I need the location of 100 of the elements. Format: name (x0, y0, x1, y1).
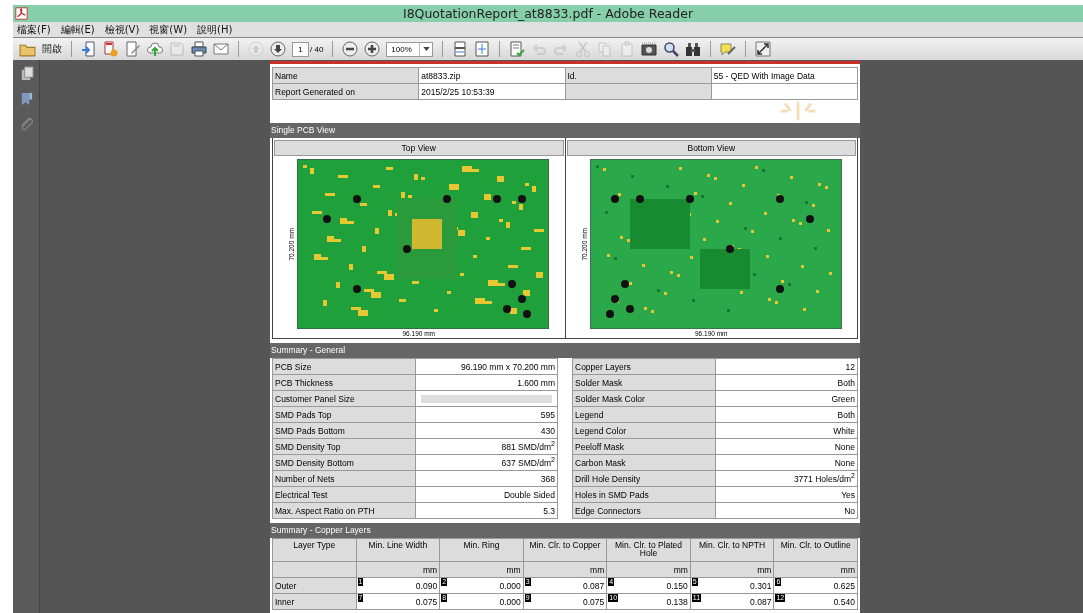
field-value: 881 SMD/dm$^{2}$ (501, 442, 555, 453)
envelope-icon[interactable] (213, 41, 229, 57)
unit-label: mm (840, 564, 855, 575)
field-value: 5.3 (543, 505, 555, 516)
sun-logo-icon (778, 100, 818, 122)
field-value: None (834, 457, 855, 468)
fit-page-icon[interactable] (474, 41, 491, 57)
column-header: Min. Clr. to Outline (780, 540, 851, 550)
table-cell: 0.138 (666, 596, 688, 607)
section-header: Summary - General (270, 343, 860, 358)
field-value: 3771 Holes/dm$^{2}$ (793, 474, 855, 485)
field-label: Name (275, 70, 298, 81)
unit-label: mm (673, 564, 688, 575)
section-header: Summary - Copper Layers (270, 523, 860, 538)
field-value: 2015/2/25 10:53:39 (421, 86, 495, 97)
field-value: 368 (540, 473, 555, 484)
column-header: Top View (274, 140, 564, 156)
table-cell: 0.625 (833, 580, 855, 591)
table-cell: 0.075 (582, 596, 605, 607)
column-header: Min. Clr. to Copper (529, 540, 601, 550)
table-cell: 0.087 (750, 596, 772, 607)
field-label: SMD Pads Top (275, 409, 332, 420)
zoom-dropdown[interactable]: 100% (386, 41, 434, 57)
field-value: No (844, 505, 855, 516)
field-value: 595 (540, 409, 555, 420)
field-label: Edge Connectors (575, 505, 641, 516)
document-pencil-icon[interactable] (125, 41, 141, 57)
field-value: Double Sided (503, 489, 555, 500)
table-cell: 0.090 (415, 580, 438, 591)
unit-label: mm (757, 564, 772, 575)
comment-pencil-icon[interactable] (720, 41, 737, 57)
pdf-logo-icon (15, 7, 28, 20)
field-label: Max. Aspect Ratio on PTH (275, 505, 375, 516)
field-label: SMD Pads Bottom (275, 425, 345, 436)
field-label: PCB Size (275, 361, 312, 372)
field-label: Customer Panel Size (275, 393, 355, 404)
caret-icon (422, 47, 430, 51)
column-header: Bottom View (566, 140, 856, 156)
table-cell: 0.075 (415, 596, 438, 607)
field-value: Yes (841, 489, 855, 500)
printer-icon[interactable] (191, 41, 207, 57)
cloud-upload-icon[interactable] (147, 41, 163, 57)
field-value: White (833, 425, 855, 436)
fit-width-icon[interactable] (452, 41, 469, 57)
unit-label: mm (506, 564, 521, 575)
menu-item[interactable]: 編輯(E) (60, 22, 95, 37)
menu-item[interactable]: 說明(H) (197, 22, 233, 37)
page-count: / 40 (310, 44, 324, 54)
field-label: Solder Mask (575, 377, 623, 388)
table-cell: 0.000 (499, 580, 521, 591)
unit-label: mm (590, 564, 605, 575)
window-title: I8QuotationReport_at8833.pdf - Adobe Reader (402, 6, 694, 21)
open-button[interactable]: 開啟 (19, 40, 62, 58)
plus-circle-icon[interactable] (364, 41, 381, 57)
minus-circle-icon[interactable] (342, 41, 359, 57)
column-header: Min. Clr. to Plated Hole (615, 540, 683, 558)
layer-type: Inner (275, 596, 295, 607)
field-label: Holes in SMD Pads (575, 489, 649, 500)
field-value: 12 (845, 361, 855, 372)
document-check-icon[interactable] (509, 41, 526, 57)
field-value: 96.190 mm x 70.200 mm (461, 361, 555, 372)
search-icon[interactable] (663, 41, 680, 57)
field-value: Both (837, 409, 855, 420)
menu-item[interactable]: 檢視(V) (104, 22, 140, 37)
expand-icon[interactable] (755, 41, 772, 57)
field-label: SMD Density Top (275, 441, 341, 452)
document-arrow-icon[interactable] (81, 41, 97, 57)
field-label: Legend (575, 409, 604, 420)
table-cell: 0.540 (833, 596, 855, 607)
section-header: Single PCB View (270, 123, 860, 138)
column-header: Layer Type (293, 540, 336, 550)
field-label: PCB Thickness (275, 377, 333, 388)
field-value: 55 - QED With Image Data (713, 70, 815, 81)
menu-item[interactable]: 檔案(F) (17, 22, 51, 37)
field-label: Carbon Mask (575, 457, 626, 468)
field-value: Both (837, 377, 855, 388)
field-value: 1.600 mm (517, 377, 555, 388)
document-star-icon[interactable] (103, 41, 119, 57)
field-value: Green (831, 393, 855, 404)
field-label: Legend Color (575, 425, 627, 436)
field-label: Copper Layers (575, 361, 631, 372)
field-label: Drill Hole Density (575, 473, 641, 484)
field-label: Number of Nets (275, 473, 335, 484)
camera-icon[interactable] (641, 41, 658, 57)
field-label: Electrical Test (275, 489, 328, 500)
field-label: Report Generated on (275, 86, 355, 97)
menu-item[interactable]: 視窗(W) (149, 22, 188, 37)
unit-label: mm (422, 564, 438, 575)
field-value: 637 SMD/dm$^{2}$ (501, 458, 555, 469)
paperclip-icon[interactable] (18, 116, 34, 131)
page-number-field[interactable]: 1 (292, 41, 309, 57)
table-cell: 0.000 (499, 596, 521, 607)
table-cell: 0.301 (750, 580, 772, 591)
field-value: 430 (540, 425, 555, 436)
field-label: Peeloff Mask (575, 441, 624, 452)
field-value: None (834, 441, 855, 452)
binoculars-icon[interactable] (685, 41, 702, 57)
column-header: Min. Line Width (368, 540, 428, 550)
field-value: at8833.zip (421, 70, 461, 81)
field-label: SMD Density Bottom (275, 457, 354, 468)
